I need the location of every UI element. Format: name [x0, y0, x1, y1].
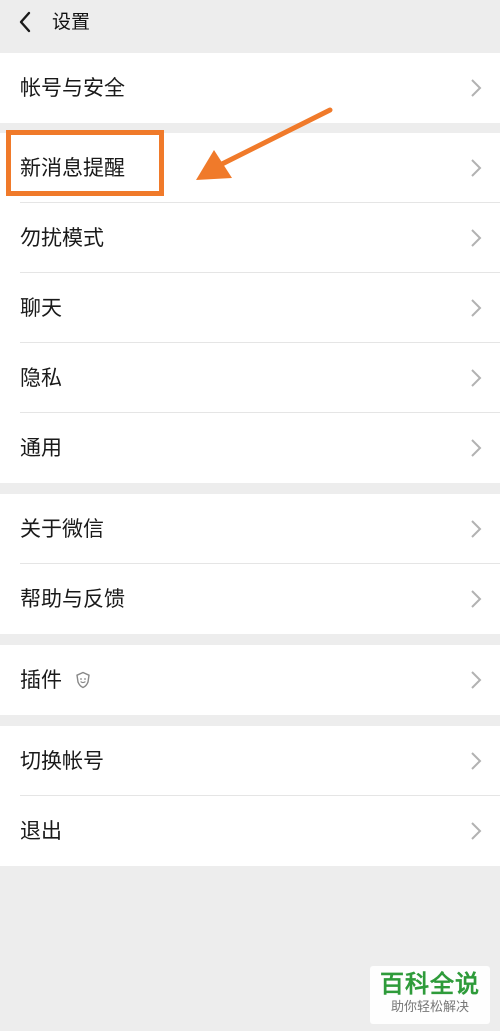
plugin-icon [76, 671, 90, 689]
settings-group-account-switch: 切换帐号 退出 [0, 726, 500, 866]
settings-group-account: 帐号与安全 [0, 53, 500, 123]
chevron-right-icon [471, 229, 482, 247]
watermark-subtitle: 助你轻松解决 [390, 1000, 469, 1015]
chevron-right-icon [471, 671, 482, 689]
settings-item-new-message-notification[interactable]: 新消息提醒 [0, 133, 500, 203]
top-bar: 设置 [0, 0, 500, 44]
settings-item-label: 新消息提醒 [20, 156, 125, 180]
settings-group-general: 新消息提醒 勿扰模式 聊天 隐私 通用 [0, 133, 500, 483]
watermark-logo: 百科全说 助你轻松解决 [370, 966, 490, 1024]
settings-item-label: 通用 [20, 436, 62, 460]
settings-item-logout[interactable]: 退出 [0, 796, 500, 866]
chevron-right-icon [471, 299, 482, 317]
settings-group-plugins: 插件 [0, 645, 500, 715]
settings-item-label: 帮助与反馈 [20, 587, 125, 611]
chevron-right-icon [471, 79, 482, 97]
settings-item-label: 聊天 [20, 296, 62, 320]
settings-item-general[interactable]: 通用 [0, 413, 500, 483]
page-title: 设置 [52, 11, 91, 33]
settings-item-label: 切换帐号 [20, 749, 104, 773]
settings-item-label: 隐私 [20, 366, 62, 390]
settings-item-label: 插件 [20, 668, 62, 692]
settings-item-label: 帐号与安全 [20, 76, 125, 100]
settings-group-about: 关于微信 帮助与反馈 [0, 494, 500, 634]
settings-item-do-not-disturb[interactable]: 勿扰模式 [0, 203, 500, 273]
chevron-right-icon [471, 752, 482, 770]
chevron-right-icon [471, 590, 482, 608]
chevron-right-icon [471, 369, 482, 387]
settings-item-account-security[interactable]: 帐号与安全 [0, 53, 500, 123]
chevron-right-icon [471, 439, 482, 457]
chevron-left-icon [19, 11, 31, 33]
settings-item-label: 退出 [20, 819, 62, 843]
settings-item-help-feedback[interactable]: 帮助与反馈 [0, 564, 500, 634]
settings-item-privacy[interactable]: 隐私 [0, 343, 500, 413]
settings-item-about-wechat[interactable]: 关于微信 [0, 494, 500, 564]
settings-item-label: 关于微信 [20, 517, 104, 541]
chevron-right-icon [471, 822, 482, 840]
watermark-title: 百科全说 [380, 970, 480, 998]
chevron-right-icon [471, 520, 482, 538]
settings-item-switch-account[interactable]: 切换帐号 [0, 726, 500, 796]
settings-item-label: 勿扰模式 [20, 226, 104, 250]
back-button[interactable] [10, 6, 40, 38]
settings-item-chat[interactable]: 聊天 [0, 273, 500, 343]
chevron-right-icon [471, 159, 482, 177]
settings-item-plugins[interactable]: 插件 [0, 645, 500, 715]
